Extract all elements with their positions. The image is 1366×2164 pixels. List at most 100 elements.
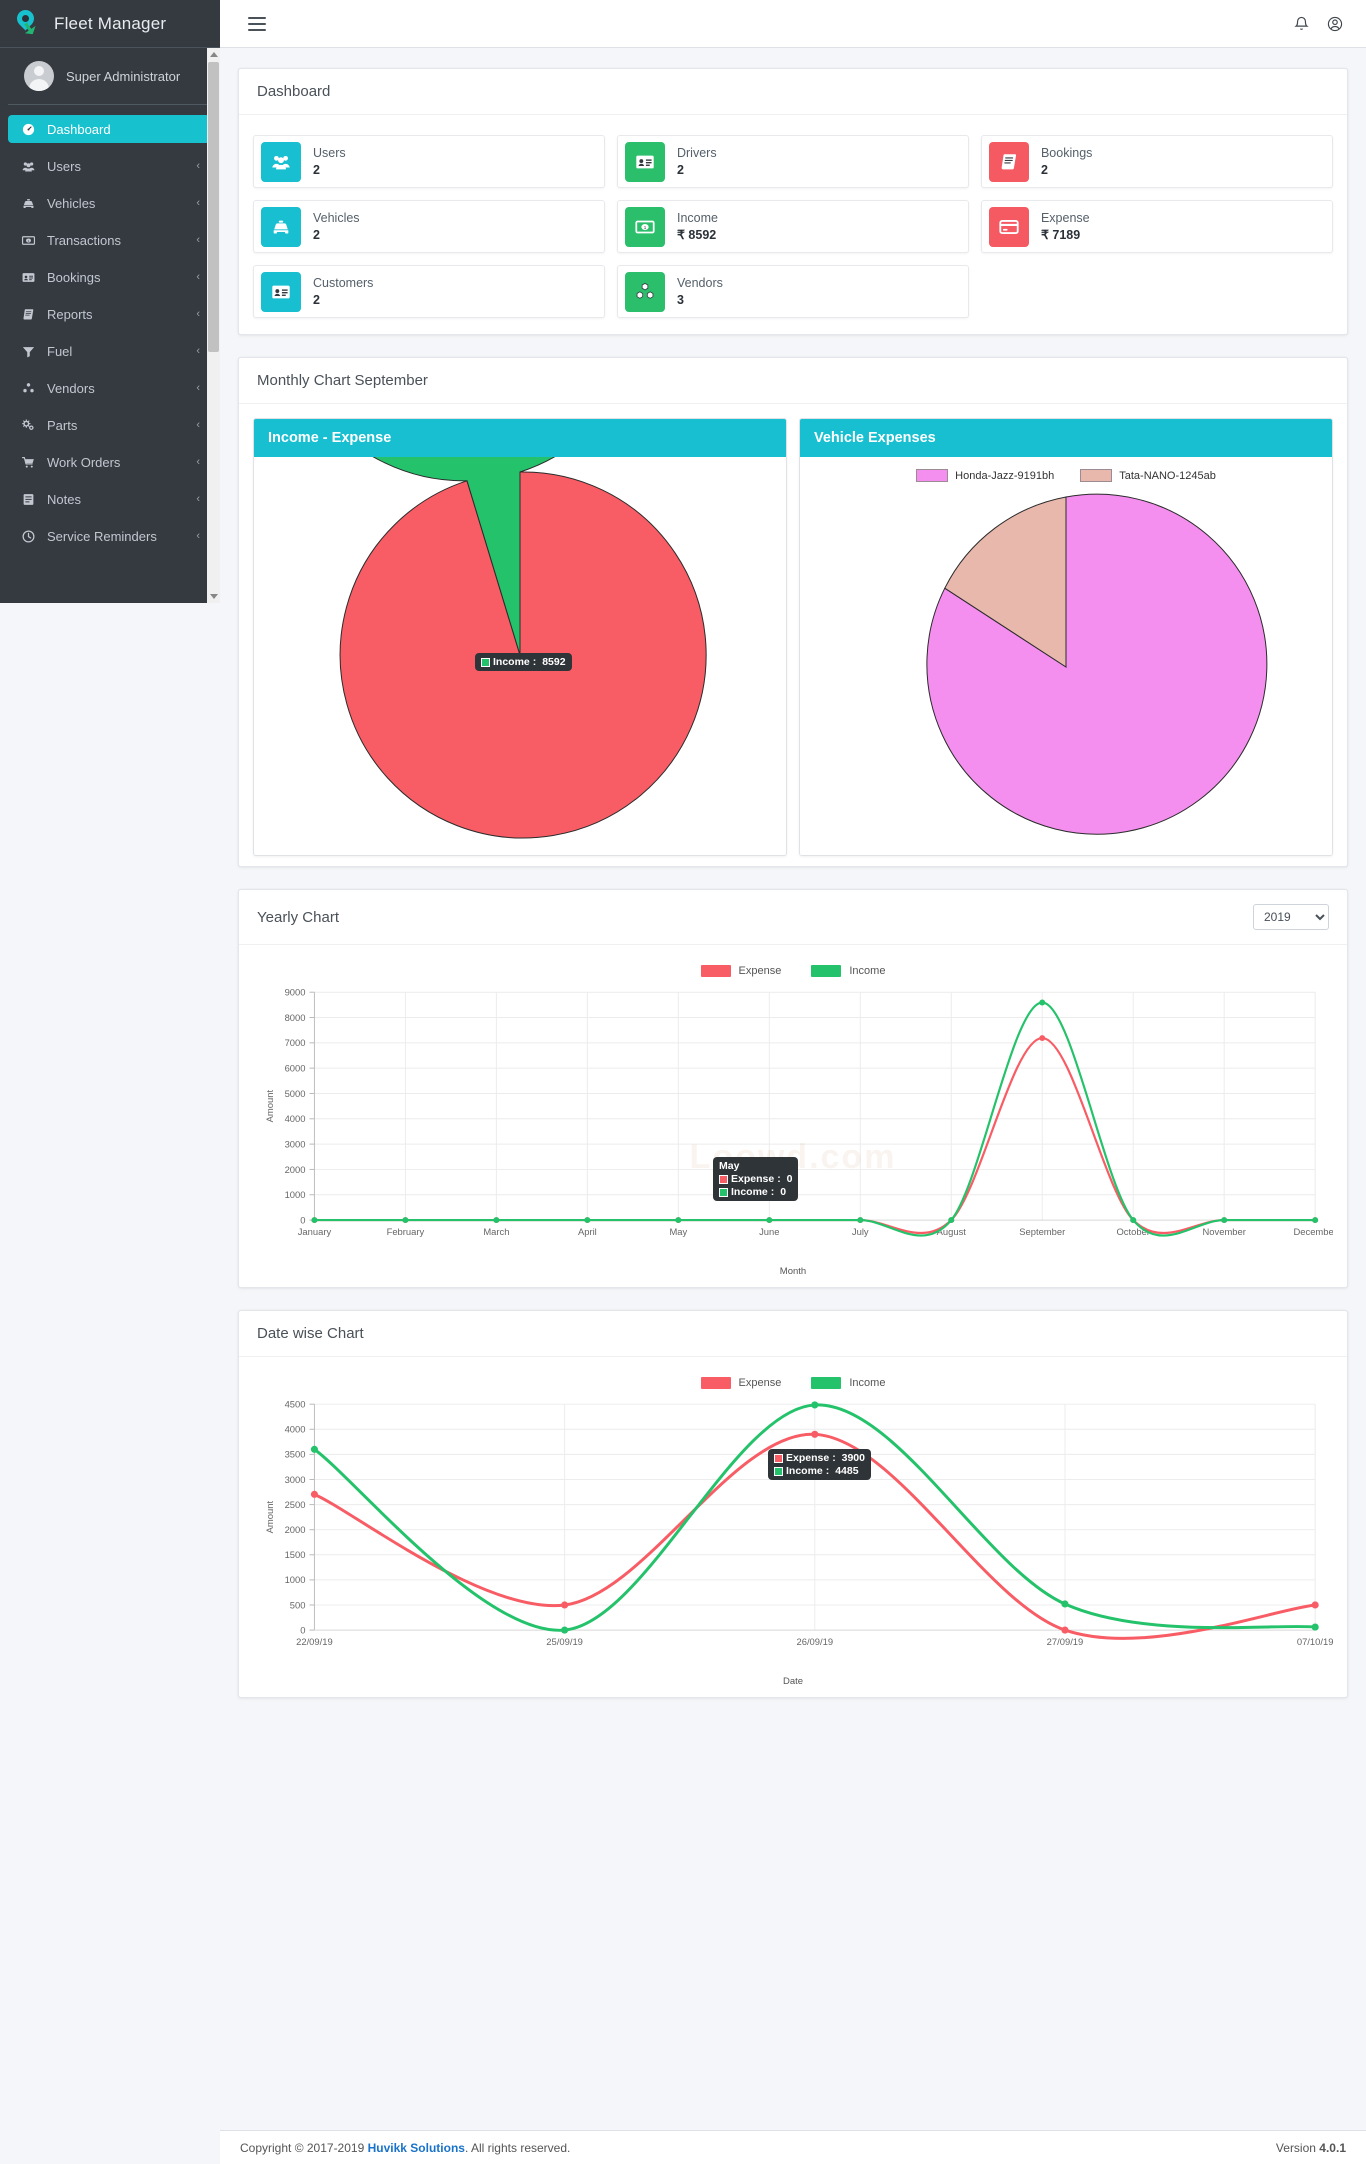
legend-item[interactable]: Tata-NANO-1245ab xyxy=(1080,469,1216,482)
legend-item[interactable]: Expense xyxy=(700,1377,781,1389)
chevron-left-icon[interactable]: ‹ xyxy=(196,456,200,468)
tooltip-value: 0 xyxy=(780,1186,787,1198)
svg-text:1: 1 xyxy=(27,238,29,242)
monthly-chart-body: Income - Expense Income: 8592 Vehicle Ex… xyxy=(239,404,1347,866)
brand-header[interactable]: Fleet Manager xyxy=(0,0,220,48)
tooltip-swatch-icon xyxy=(719,1174,728,1184)
income-expense-pie-chart[interactable]: Income: 8592 xyxy=(254,419,786,855)
stat-value: 3 xyxy=(676,292,684,307)
chevron-left-icon[interactable]: ‹ xyxy=(196,234,200,246)
stat-card-expense[interactable]: Expense ₹ 7189 xyxy=(980,200,1333,253)
legend-swatch-icon xyxy=(700,965,731,977)
legend-swatch-icon xyxy=(916,469,949,482)
stat-texts: Drivers 2 xyxy=(677,145,717,179)
stat-card-drivers[interactable]: Drivers 2 xyxy=(616,135,969,188)
legend-item[interactable]: Honda-Jazz-9191bh xyxy=(916,469,1054,482)
chevron-left-icon[interactable]: ‹ xyxy=(196,493,200,505)
chevron-left-icon[interactable]: ‹ xyxy=(196,382,200,394)
svg-text:November: November xyxy=(1202,1226,1245,1237)
sidebar-item-dashboard[interactable]: Dashboard xyxy=(8,115,212,143)
chevron-left-icon[interactable]: ‹ xyxy=(196,308,200,320)
stat-card-vehicles[interactable]: Vehicles 2 xyxy=(253,200,605,253)
legend-item[interactable]: Income xyxy=(811,965,885,977)
income-expense-column: Income - Expense Income: 8592 xyxy=(247,418,793,856)
stat-label: Users xyxy=(313,145,346,160)
svg-text:6000: 6000 xyxy=(285,1063,306,1074)
stat-value: 2 xyxy=(676,162,684,177)
sidebar-item-vendors[interactable]: Vendors ‹ xyxy=(8,374,212,402)
tooltip-row: Income: 0 xyxy=(719,1186,792,1198)
legend-item[interactable]: Income xyxy=(811,1377,885,1389)
sidebar-item-reports[interactable]: Reports ‹ xyxy=(8,300,212,328)
tooltip-value: 0 xyxy=(786,1173,793,1185)
sidebar-item-transactions[interactable]: 1 Transactions ‹ xyxy=(8,226,212,254)
footer-copyright-post: . All rights reserved. xyxy=(464,2140,571,2155)
sidebar-item-fuel[interactable]: Fuel ‹ xyxy=(8,337,212,365)
chevron-left-icon[interactable]: ‹ xyxy=(196,197,200,209)
stat-card-income[interactable]: 1 Income ₹ 8592 xyxy=(616,200,969,253)
svg-text:January: January xyxy=(298,1226,332,1237)
legend-label: Tata-NANO-1245ab xyxy=(1119,469,1216,482)
stat-cell: Drivers 2 xyxy=(611,129,975,194)
sidebar-item-parts[interactable]: Parts ‹ xyxy=(8,411,212,439)
footer-company-link[interactable]: Huvikk Solutions xyxy=(368,2141,465,2155)
sidebar-item-label: Users xyxy=(47,158,81,174)
stat-texts: Vehicles 2 xyxy=(313,210,360,244)
tooltip-swatch-icon xyxy=(774,1453,783,1463)
footer-copyright-pre: Copyright © 2017-2019 xyxy=(240,2140,365,2155)
stat-card-vendors[interactable]: Vendors 3 xyxy=(616,265,969,318)
datewise-chart-title: Date wise Chart xyxy=(257,1325,364,1342)
chevron-left-icon[interactable]: ‹ xyxy=(196,419,200,431)
datewise-chart-svg[interactable]: 0 500 1000 1500 2000 2500 3000 3500 4000 4500 22/0… xyxy=(253,1393,1334,1671)
user-circle-icon[interactable] xyxy=(1318,7,1352,41)
footer: Copyright © 2017-2019 Huvikk Solutions. … xyxy=(220,2130,1366,2164)
book-icon xyxy=(988,141,1029,182)
yearly-chart-tooltip: May Expense: 0 Income: 0 xyxy=(713,1157,799,1201)
sidebar-item-work-orders[interactable]: Work Orders ‹ xyxy=(8,448,212,476)
stat-card-customers[interactable]: Customers 2 xyxy=(253,265,605,318)
user-panel[interactable]: Super Administrator xyxy=(8,48,212,105)
page-title: Dashboard xyxy=(257,83,331,100)
svg-text:22/09/19: 22/09/19 xyxy=(296,1636,333,1647)
yearly-chart-svg[interactable]: 0 1000 2000 3000 4000 5000 6000 7000 8000 9000 Jan… xyxy=(253,981,1337,1261)
scroll-up-arrow-icon[interactable] xyxy=(210,52,218,57)
id-card-icon xyxy=(261,271,301,312)
sidebar-item-bookings[interactable]: Bookings ‹ xyxy=(8,263,212,291)
id-card-icon xyxy=(624,141,665,182)
scrollbar-thumb[interactable] xyxy=(208,62,219,352)
stat-cell: Customers 2 xyxy=(247,259,611,324)
stat-card-bookings[interactable]: Bookings 2 xyxy=(980,135,1333,188)
sidebar-item-service-reminders[interactable]: Service Reminders ‹ xyxy=(8,522,212,550)
legend-label: Income xyxy=(849,1377,886,1389)
users-icon xyxy=(18,158,38,174)
sidebar-scrollbar[interactable] xyxy=(207,48,220,603)
sidebar-item-vehicles[interactable]: Vehicles ‹ xyxy=(8,189,212,217)
bell-icon[interactable] xyxy=(1284,7,1318,41)
chevron-left-icon[interactable]: ‹ xyxy=(196,345,200,357)
chevron-left-icon[interactable]: ‹ xyxy=(196,160,200,172)
vehicle-expenses-pie-chart[interactable]: Honda-Jazz-9191bh Tata-NANO-1245ab xyxy=(800,457,1332,855)
sidebar-item-notes[interactable]: Notes ‹ xyxy=(8,485,212,513)
yearly-chart-body: Expense Income 0 1000 2000 3000 4000 5000 6000… xyxy=(239,945,1347,1287)
location-pin-icon xyxy=(13,5,44,39)
vehicle-expenses-legend: Honda-Jazz-9191bh Tata-NANO-1245ab xyxy=(800,457,1332,482)
dashboard-card: Dashboard Users 2 Drivers 2 Bookings 2 Vehicle… xyxy=(238,68,1348,335)
svg-text:December: December xyxy=(1293,1226,1333,1237)
legend-item[interactable]: Expense xyxy=(700,965,781,977)
year-select[interactable]: 201920182017 xyxy=(1253,904,1329,930)
vehicle-expenses-panel-title: Vehicle Expenses xyxy=(800,419,1332,457)
svg-text:May: May xyxy=(669,1226,687,1237)
chevron-left-icon[interactable]: ‹ xyxy=(196,530,200,542)
chevron-left-icon[interactable]: ‹ xyxy=(196,271,200,283)
id-card-icon xyxy=(18,269,38,285)
sidebar: Fleet Manager Super Administrator Dashbo… xyxy=(0,0,220,603)
scroll-down-arrow-icon[interactable] xyxy=(210,594,218,599)
stat-value: ₹ 8592 xyxy=(676,227,717,242)
stat-card-users[interactable]: Users 2 xyxy=(253,135,605,188)
hamburger-icon[interactable] xyxy=(248,16,266,31)
sidebar-item-users[interactable]: Users ‹ xyxy=(8,152,212,180)
datewise-chart-body: Expense Income 0 500 1000 1500 2000 2500 3000 3… xyxy=(239,1357,1347,1697)
monthly-chart-header: Monthly Chart September xyxy=(239,358,1347,404)
sidebar-item-label: Parts xyxy=(47,417,78,433)
dashboard-card-header: Dashboard xyxy=(239,69,1347,115)
